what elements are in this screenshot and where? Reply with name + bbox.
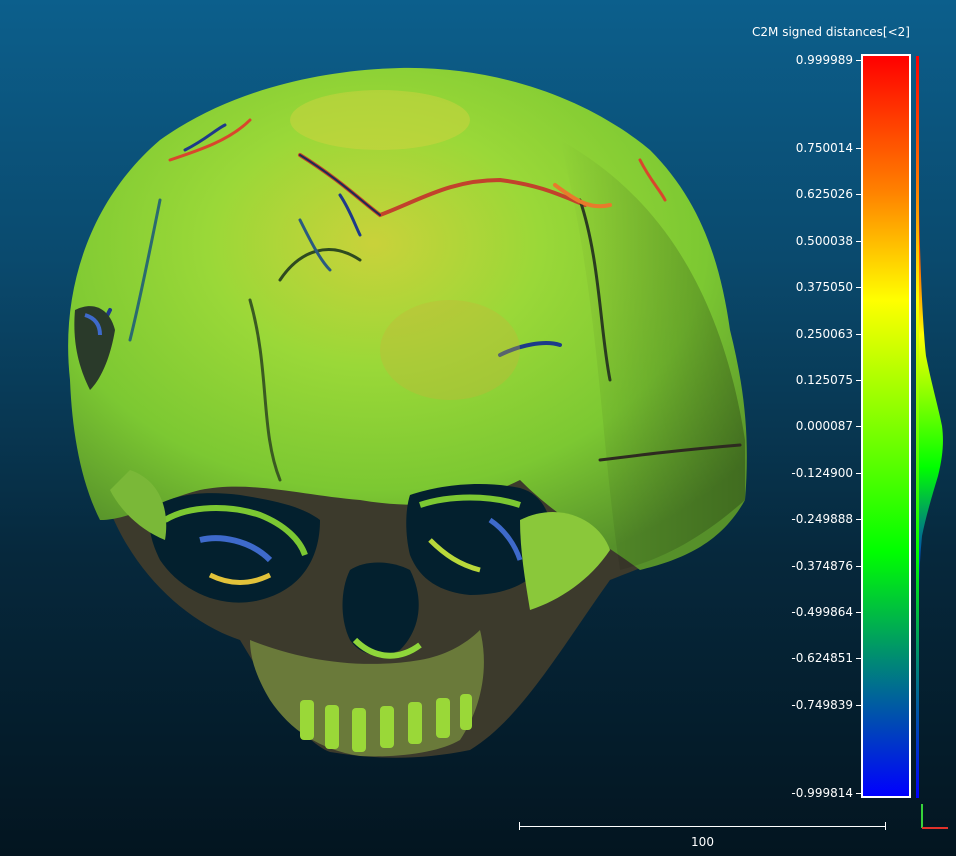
scale-bar <box>519 826 886 827</box>
scale-tick-label: 0.625026 <box>795 187 853 202</box>
scale-tick-label: 0.750014 <box>795 141 853 155</box>
scale-tick-mark <box>856 612 861 613</box>
scale-tick-mark <box>856 426 861 427</box>
scale-tick-label: 0.000087 <box>795 419 853 434</box>
scale-tick-mark <box>856 793 861 794</box>
scale-tick-label: 0.999989 <box>795 53 853 67</box>
scale-tick-mark <box>856 334 861 335</box>
distance-histogram <box>919 206 943 596</box>
scale-tick-mark <box>856 566 861 567</box>
scale-tick-label: -0.374876 <box>791 558 853 573</box>
scale-tick-label: -0.499864 <box>791 604 853 619</box>
scale-tick-label: -0.249888 <box>791 512 853 527</box>
color-scale-bar <box>861 54 911 798</box>
scale-tick-mark <box>856 380 861 381</box>
scale-tick-label: 0.500038 <box>795 233 853 248</box>
scale-tick-mark <box>856 148 861 149</box>
scale-bar-label: 100 <box>691 835 714 849</box>
scale-tick-mark <box>856 473 861 474</box>
scale-bar-right-end <box>885 822 886 830</box>
scale-tick-label: -0.999814 <box>791 786 853 800</box>
scale-tick-mark <box>856 658 861 659</box>
scale-tick-label: -0.624851 <box>791 651 853 666</box>
scale-title: C2M signed distances[<2] <box>752 25 910 39</box>
scale-tick-mark <box>856 241 861 242</box>
scale-tick-mark <box>856 60 861 61</box>
axis-indicator-icon <box>921 804 948 829</box>
scale-tick-label: 0.250063 <box>795 326 853 341</box>
scale-tick-label: 0.125075 <box>795 372 853 387</box>
scale-tick-mark <box>856 705 861 706</box>
3d-viewport[interactable]: C2M signed distances[<2] 0.999989 0.75001… <box>0 0 956 856</box>
scale-tick-mark <box>856 287 861 288</box>
scale-tick-label: 0.375050 <box>795 280 853 295</box>
scale-tick-mark <box>856 194 861 195</box>
scale-bar-left-end <box>519 822 520 830</box>
scale-tick-mark <box>856 519 861 520</box>
scale-tick-label: -0.749839 <box>791 697 853 712</box>
scale-tick-label: -0.124900 <box>791 465 853 480</box>
